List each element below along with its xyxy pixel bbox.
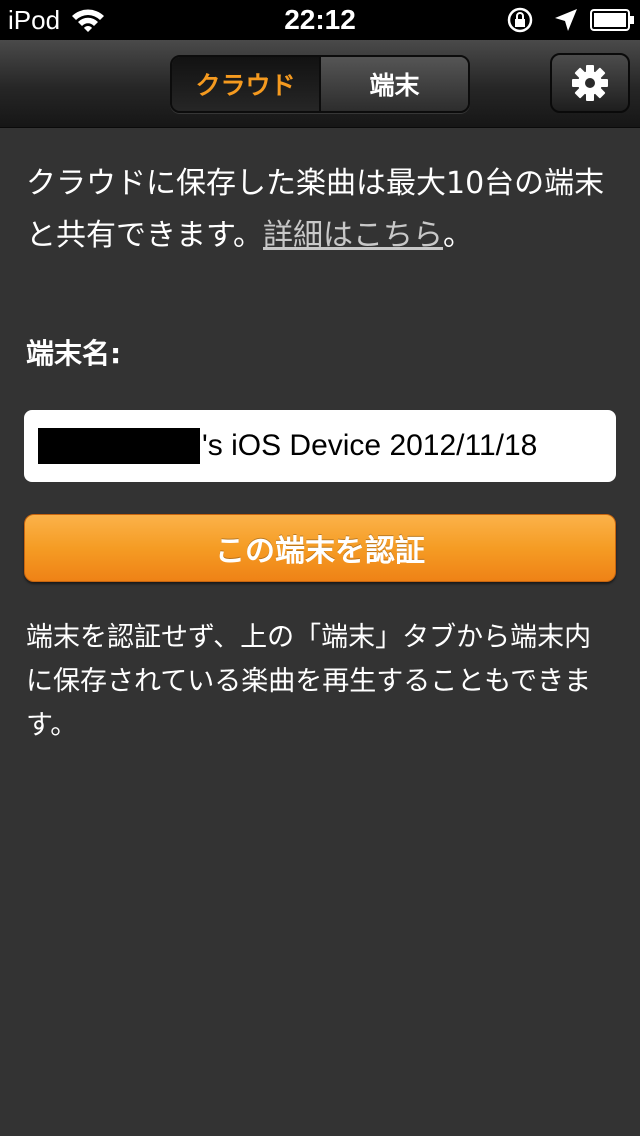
authorize-device-button[interactable]: この端末を認証: [24, 514, 616, 582]
details-link[interactable]: 詳細はこちら: [263, 218, 443, 253]
device-name-value: 's iOS Device 2012/11/18: [202, 429, 538, 462]
source-segmented-control: クラウド 端末: [170, 55, 470, 113]
device-name-label: 端末名:: [26, 337, 122, 370]
note-text: 端末を認証せず、上の「端末」タブから端末内に保存されている楽曲を再生することもで…: [26, 622, 592, 741]
redacted-owner-name: [38, 428, 200, 464]
tab-cloud[interactable]: クラウド: [172, 57, 321, 111]
status-time: 22:12: [284, 4, 356, 35]
rotation-lock-icon: [507, 7, 533, 33]
status-bar: iPod 22:12: [0, 0, 640, 40]
location-arrow-icon: [555, 9, 577, 31]
device-name-field[interactable]: 's iOS Device 2012/11/18: [24, 410, 616, 482]
intro-period: 。: [443, 218, 473, 253]
intro-text: クラウドに保存した楽曲は最大10台の端末と共有できます。詳細はこちら。: [26, 158, 616, 262]
navigation-bar: クラウド 端末: [0, 40, 640, 128]
settings-button[interactable]: [550, 53, 630, 113]
gear-icon: [572, 65, 608, 101]
battery-icon: [590, 9, 634, 31]
tab-device[interactable]: 端末: [321, 57, 468, 111]
